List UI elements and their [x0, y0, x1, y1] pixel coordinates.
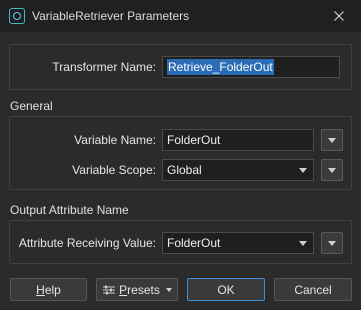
cancel-button[interactable]: Cancel: [274, 278, 352, 301]
close-icon: [334, 11, 344, 21]
general-section-title: General: [10, 99, 53, 113]
chevron-down-icon: [165, 287, 172, 292]
variable-scope-menu-button[interactable]: [321, 159, 343, 181]
variable-name-input[interactable]: FolderOut: [162, 129, 314, 151]
cancel-button-label: Cancel: [294, 282, 332, 297]
transformer-name-input[interactable]: Retrieve_FolderOut: [162, 56, 340, 78]
ok-button-label: OK: [217, 282, 235, 297]
attribute-receiving-label: Attribute Receiving Value:: [18, 236, 156, 250]
sliders-icon: [103, 285, 116, 294]
transformer-name-label: Transformer Name:: [52, 60, 156, 74]
transformer-name-value: Retrieve_FolderOut: [167, 59, 274, 75]
variable-name-label: Variable Name:: [74, 133, 156, 147]
help-button[interactable]: Help: [10, 278, 87, 301]
variable-scope-select[interactable]: Global: [162, 159, 314, 181]
title-bar: VariableRetriever Parameters: [0, 0, 361, 32]
attribute-receiving-value: FolderOut: [167, 236, 221, 250]
presets-button[interactable]: Presets: [96, 278, 178, 301]
help-button-label: Help: [36, 282, 61, 297]
presets-button-label: Presets: [119, 282, 160, 297]
attribute-receiving-menu-button[interactable]: [321, 232, 343, 254]
output-section-title: Output Attribute Name: [10, 203, 129, 217]
window-title: VariableRetriever Parameters: [32, 9, 190, 23]
attribute-receiving-select[interactable]: FolderOut: [162, 232, 314, 254]
chevron-down-icon: [299, 241, 307, 246]
ok-button[interactable]: OK: [187, 278, 265, 301]
variable-scope-label: Variable Scope:: [72, 163, 156, 177]
close-button[interactable]: [317, 0, 361, 32]
variable-name-menu-button[interactable]: [321, 129, 343, 151]
fme-app-icon: [9, 8, 25, 24]
chevron-down-icon: [299, 168, 307, 173]
variable-scope-value: Global: [167, 163, 202, 177]
